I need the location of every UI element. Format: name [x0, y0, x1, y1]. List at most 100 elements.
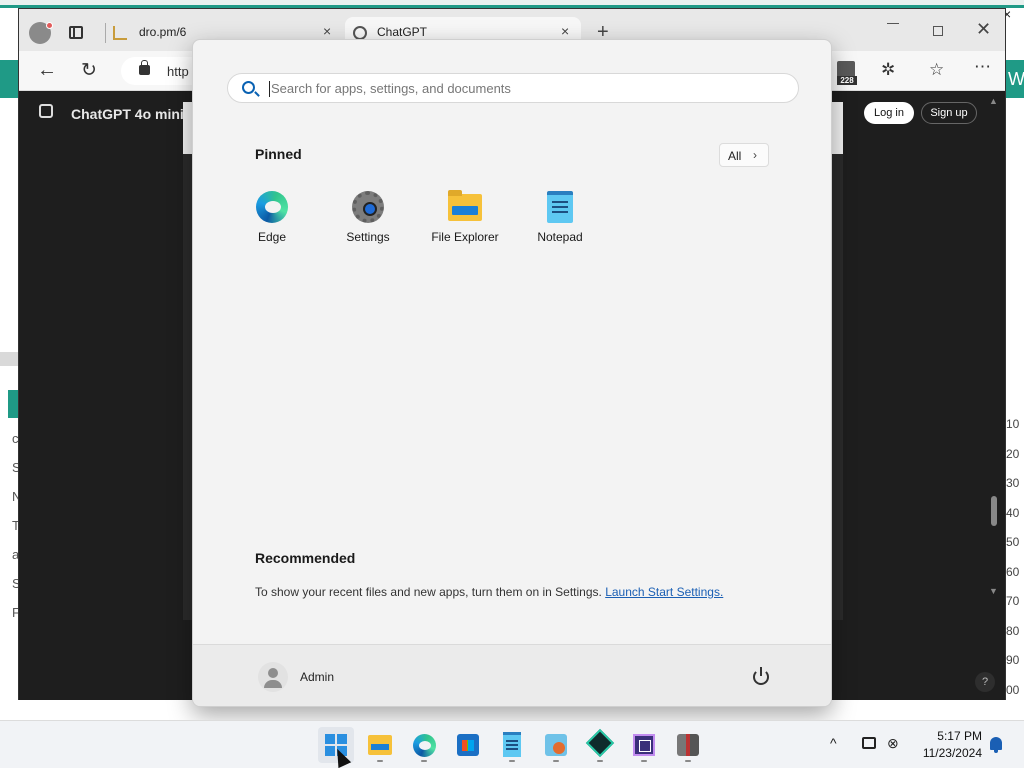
taskbar-edge[interactable] — [406, 727, 442, 763]
app-icon — [545, 734, 567, 756]
background-top-bar — [0, 0, 1024, 8]
more-menu-icon[interactable]: ⋯ — [974, 57, 992, 77]
pinned-app-file-explorer[interactable]: File Explorer — [417, 188, 513, 250]
taskbar-notepad[interactable] — [494, 727, 530, 763]
background-number: 00 — [1006, 682, 1020, 697]
all-apps-button[interactable]: All › — [719, 143, 769, 167]
all-apps-label: All — [728, 149, 742, 163]
edge-icon — [256, 191, 288, 223]
taskbar-app-7[interactable] — [582, 727, 618, 763]
scrollbar-thumb[interactable] — [991, 496, 997, 526]
notification-bell-icon[interactable] — [990, 737, 1002, 753]
background-green-block — [8, 390, 18, 418]
start-menu-footer: Admin — [193, 644, 831, 706]
window-close-icon[interactable]: ✕ — [976, 19, 991, 40]
store-icon — [457, 734, 479, 756]
pinned-app-label: File Explorer — [431, 230, 499, 244]
pinned-app-settings[interactable]: Settings — [320, 188, 416, 250]
running-indicator — [597, 760, 603, 762]
recommended-message: To show your recent files and new apps, … — [255, 585, 723, 599]
scroll-down-arrow-icon[interactable]: ▼ — [989, 586, 998, 596]
background-number: 30 — [1006, 476, 1020, 490]
clock-time[interactable]: 5:17 PM — [916, 729, 982, 743]
start-search-box[interactable] — [227, 73, 799, 103]
text-caret — [269, 81, 270, 97]
taskbar-app-6[interactable] — [538, 727, 574, 763]
refresh-icon[interactable]: ↻ — [81, 59, 97, 82]
extensions-puzzle-icon[interactable]: ✲ — [881, 60, 895, 80]
minimize-icon[interactable] — [887, 23, 899, 24]
model-selector[interactable]: ChatGPT 4o mini — [71, 106, 184, 122]
background-number: 80 — [1006, 623, 1020, 638]
tab-actions-icon[interactable] — [69, 26, 83, 39]
extension-badge-count: 228 — [837, 76, 857, 85]
taskbar-app-9[interactable] — [670, 727, 706, 763]
gear-icon — [352, 191, 384, 223]
background-number: 10 — [1006, 417, 1020, 431]
power-icon[interactable] — [753, 667, 769, 685]
site-favicon-icon — [113, 26, 127, 40]
pinned-app-label: Settings — [346, 230, 390, 244]
lock-icon[interactable] — [139, 60, 150, 75]
help-button[interactable]: ? — [975, 672, 995, 692]
pinned-app-label: Edge — [257, 230, 287, 244]
running-indicator — [421, 760, 427, 762]
start-menu: Pinned All › Edge Settings File Explorer… — [192, 39, 832, 707]
background-teal-block-left — [0, 60, 18, 98]
url-text[interactable]: http — [167, 64, 189, 79]
background-number: 90 — [1006, 653, 1020, 667]
folder-icon — [448, 190, 482, 221]
tab-separator — [105, 23, 106, 43]
chevron-right-icon: › — [753, 148, 757, 162]
pinned-heading: Pinned — [255, 146, 302, 162]
edge-icon — [413, 734, 436, 757]
recommended-heading: Recommended — [255, 550, 356, 566]
folder-icon — [368, 735, 392, 755]
tab-close-icon[interactable]: × — [323, 23, 331, 39]
favorites-star-icon[interactable]: ☆ — [929, 60, 944, 80]
background-number: 50 — [1006, 535, 1020, 549]
taskbar-app-8[interactable] — [626, 727, 662, 763]
tab-close-icon[interactable]: × — [561, 23, 569, 39]
running-indicator — [553, 760, 559, 762]
app-icon — [633, 734, 655, 756]
new-chat-edit-icon[interactable] — [39, 104, 53, 118]
pinned-app-edge[interactable]: Edge — [224, 188, 320, 250]
back-arrow-icon[interactable]: ← — [37, 59, 57, 82]
recommended-message-text: To show your recent files and new apps, … — [255, 585, 602, 599]
search-icon — [242, 81, 255, 94]
pinned-app-notepad[interactable]: Notepad — [512, 188, 608, 250]
user-name[interactable]: Admin — [300, 670, 334, 684]
user-avatar-icon[interactable] — [258, 662, 288, 692]
taskbar-microsoft-store[interactable] — [450, 727, 486, 763]
scroll-up-arrow-icon[interactable]: ▲ — [989, 96, 998, 106]
background-teal-block-right: W — [1006, 60, 1024, 98]
running-indicator — [641, 760, 647, 762]
pinned-app-label: Notepad — [537, 230, 583, 244]
tab-title: dro.pm/6 — [139, 25, 187, 39]
chatgpt-favicon-icon — [353, 26, 367, 40]
taskbar-file-explorer[interactable] — [362, 727, 398, 763]
device-icon[interactable] — [862, 737, 876, 749]
tab-title: ChatGPT — [377, 25, 428, 39]
background-number: 40 — [1006, 505, 1020, 520]
maximize-icon[interactable] — [933, 26, 943, 36]
running-indicator — [377, 760, 383, 762]
start-search-input[interactable] — [271, 75, 771, 101]
background-number: 20 — [1006, 446, 1020, 461]
log-in-button[interactable]: Log in — [864, 102, 914, 124]
running-indicator — [685, 760, 691, 762]
notepad-icon — [503, 732, 521, 757]
show-hidden-icons-chevron-icon[interactable]: ^ — [830, 735, 837, 751]
clock-date[interactable]: 11/23/2024 — [912, 746, 982, 760]
app-icon — [585, 728, 615, 758]
background-number: 70 — [1006, 594, 1020, 608]
background-right-numbers: 10 20 30 40 50 60 70 80 90 00 — [1006, 410, 1024, 705]
taskbar: ^ ⊗ 5:17 PM 11/23/2024 — [0, 720, 1024, 768]
running-indicator — [509, 760, 515, 762]
network-icon[interactable]: ⊗ — [887, 735, 899, 752]
launch-start-settings-link[interactable]: Launch Start Settings. — [605, 585, 723, 599]
app-icon — [677, 734, 699, 756]
sign-up-button[interactable]: Sign up — [921, 102, 977, 124]
background-number: 60 — [1006, 564, 1020, 579]
